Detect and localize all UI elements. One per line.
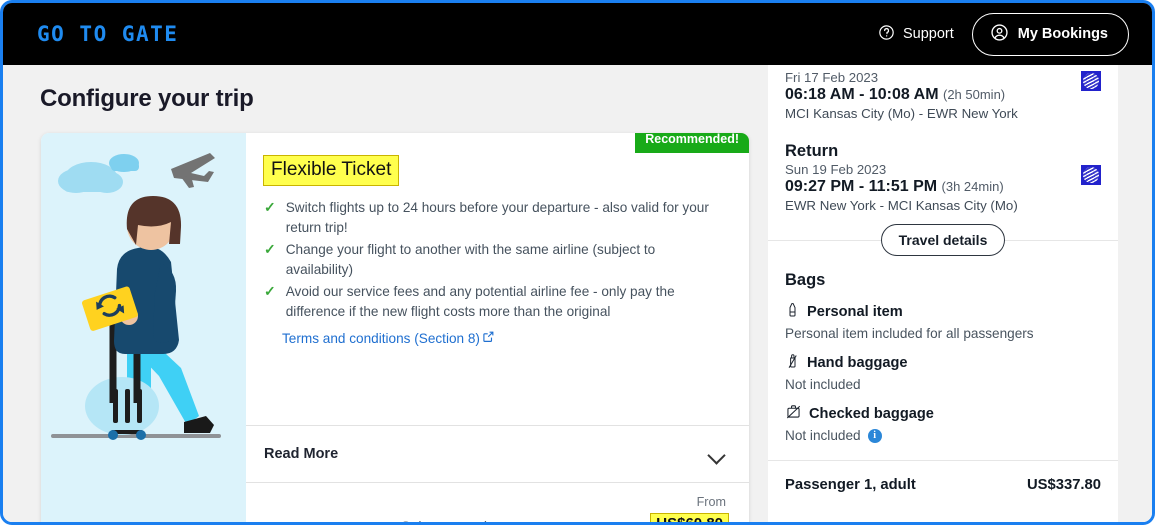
return-time-range: 09:27 PM - 11:51 PM	[785, 178, 938, 195]
outbound-route: MCI Kansas City (Mo) - EWR New York	[785, 106, 1018, 121]
user-circle-icon	[990, 23, 1009, 46]
return-route: EWR New York - MCI Kansas City (Mo)	[785, 198, 1018, 213]
header-actions: Support My Bookings	[878, 12, 1129, 56]
support-link[interactable]: Support	[878, 24, 954, 45]
terms-and-conditions-link[interactable]: Terms and conditions (Section 8)	[264, 330, 495, 346]
read-more-toggle[interactable]: Read More	[246, 426, 749, 482]
read-more-label: Read More	[264, 446, 339, 463]
united-airlines-logo	[1081, 165, 1101, 185]
united-airlines-logo	[1081, 71, 1101, 91]
benefit-text: Switch flights up to 24 hours before you…	[285, 200, 709, 235]
from-label: From	[696, 495, 726, 510]
ticket-details: Recommended! Flexible Ticket ✓ Switch fl…	[246, 133, 749, 522]
flexible-ticket-card: Recommended! Flexible Ticket ✓ Switch fl…	[41, 133, 749, 522]
bag-status-text: Not included	[785, 428, 861, 443]
bag-status-text: Not included	[785, 377, 861, 392]
browser-viewport: GO TO GATE Support My Bookings Configure…	[0, 0, 1155, 525]
bag-name: Hand baggage	[807, 355, 908, 371]
passenger-price-row: Passenger 1, adult US$337.80	[768, 461, 1118, 493]
check-icon: ✓	[264, 283, 276, 299]
bag-status: Not included	[785, 377, 1101, 392]
recommended-badge: Recommended!	[635, 133, 749, 153]
check-icon: ✓	[264, 241, 276, 257]
return-duration: (3h 24min)	[941, 179, 1004, 194]
bag-status: Personal item included for all passenger…	[785, 326, 1101, 341]
return-title: Return	[785, 142, 839, 160]
benefit-item: ✓ Avoid our service fees and any potenti…	[264, 282, 725, 321]
benefit-text: Avoid our service fees and any potential…	[285, 284, 675, 319]
ticket-title: Flexible Ticket	[263, 155, 400, 186]
outbound-time-range: 06:18 AM - 10:08 AM	[785, 86, 939, 103]
select-option-label: Select an option	[401, 519, 503, 522]
bag-name: Personal item	[807, 304, 903, 320]
travel-details-row: Travel details	[768, 223, 1118, 257]
benefit-item: ✓ Change your flight to another with the…	[264, 240, 725, 279]
my-bookings-button[interactable]: My Bookings	[971, 12, 1129, 56]
question-circle-icon	[878, 24, 895, 45]
bags-title: Bags	[785, 271, 826, 289]
trip-summary-panel: Fri 17 Feb 2023 06:18 AM - 10:08 AM (2h …	[768, 3, 1118, 522]
benefit-list: ✓ Switch flights up to 24 hours before y…	[246, 186, 749, 348]
bags-section: Bags Personal item Personal item include…	[768, 271, 1118, 443]
outbound-leg: Fri 17 Feb 2023 06:18 AM - 10:08 AM (2h …	[785, 67, 1101, 121]
outbound-date: Fri 17 Feb 2023	[785, 70, 879, 85]
page-title: Configure your trip	[40, 85, 254, 112]
price-tag: US$60.80	[650, 513, 729, 522]
site-header: GO TO GATE Support My Bookings	[3, 3, 1152, 65]
terms-label: Terms and conditions (Section 8)	[282, 330, 480, 346]
return-times: 09:27 PM - 11:51 PM (3h 24min)	[785, 178, 1101, 196]
passenger-label: Passenger 1, adult	[785, 477, 916, 493]
site-logo[interactable]: GO TO GATE	[37, 22, 178, 46]
checked-baggage-excluded-icon	[785, 403, 802, 425]
hand-baggage-excluded-icon	[785, 352, 800, 374]
my-bookings-label: My Bookings	[1017, 26, 1108, 42]
chevron-down-icon	[707, 449, 726, 460]
bag-status-text: Personal item included for all passenger…	[785, 326, 1034, 341]
passenger-price: US$337.80	[1026, 477, 1101, 493]
return-leg: Return Sun 19 Feb 2023 09:27 PM - 11:51 …	[785, 139, 1101, 213]
benefit-item: ✓ Switch flights up to 24 hours before y…	[264, 198, 725, 237]
traveler-with-suitcase-illustration	[41, 133, 246, 522]
return-date: Sun 19 Feb 2023	[785, 162, 887, 177]
check-icon: ✓	[264, 199, 276, 215]
bag-row-personal-item: Personal item	[785, 301, 1101, 323]
bag-row-hand-baggage: Hand baggage	[785, 352, 1101, 374]
external-link-icon	[482, 330, 495, 346]
return-flight-section: Return Sun 19 Feb 2023 09:27 PM - 11:51 …	[768, 121, 1118, 223]
info-icon[interactable]: i	[867, 428, 882, 443]
outbound-duration: (2h 50min)	[942, 87, 1006, 102]
option-selector-area: From US$60.80 Select an option Choose	[246, 483, 749, 522]
bag-row-checked-baggage: Checked baggage	[785, 403, 1101, 425]
outbound-times: 06:18 AM - 10:08 AM (2h 50min)	[785, 86, 1101, 104]
support-label: Support	[902, 26, 954, 42]
benefit-text: Change your flight to another with the s…	[285, 242, 656, 277]
bag-name: Checked baggage	[809, 406, 934, 422]
travel-details-button[interactable]: Travel details	[880, 224, 1006, 256]
personal-item-icon	[785, 301, 800, 323]
bag-status: Not included i	[785, 428, 1101, 443]
